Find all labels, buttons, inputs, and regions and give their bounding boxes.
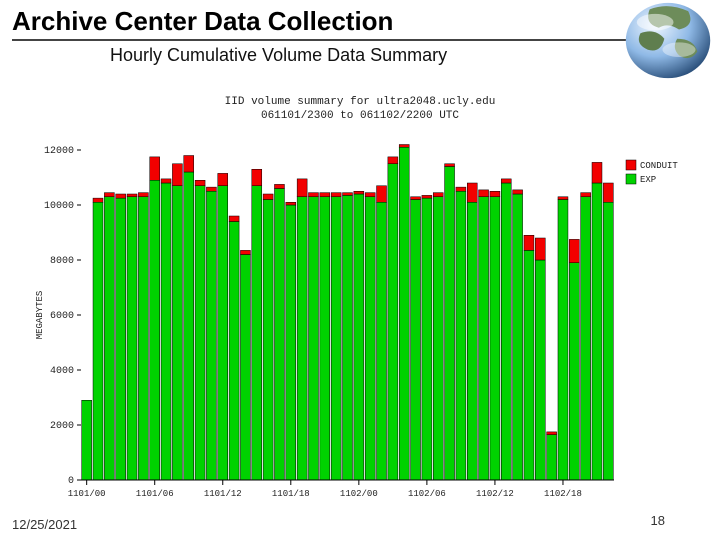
chart-title: IID volume summary for ultra2048.ucly.ed… <box>225 96 496 108</box>
footer-date: 12/25/2021 <box>12 517 77 532</box>
svg-text:2000: 2000 <box>50 421 74 432</box>
svg-text:1102/12: 1102/12 <box>476 489 514 499</box>
svg-text:EXP: EXP <box>640 175 656 185</box>
page-subtitle: Hourly Cumulative Volume Data Summary <box>0 41 720 66</box>
svg-text:1102/18: 1102/18 <box>544 489 582 499</box>
x-axis-ticks: 1101/00 1101/06 1101/12 1101/18 1102/00 1102/… <box>68 480 582 499</box>
footer-page: 18 <box>651 513 665 528</box>
chart-bars <box>82 145 614 481</box>
svg-text:1101/06: 1101/06 <box>136 489 174 499</box>
svg-text:1101/12: 1101/12 <box>204 489 242 499</box>
svg-text:1102/00: 1102/00 <box>340 489 378 499</box>
svg-text:4000: 4000 <box>50 366 74 377</box>
svg-text:1101/00: 1101/00 <box>68 489 106 499</box>
svg-text:0: 0 <box>68 476 74 487</box>
chart-subtitle: 061101/2300 to 061102/2200 UTC <box>261 110 459 122</box>
svg-text:10000: 10000 <box>44 201 74 212</box>
svg-text:1102/06: 1102/06 <box>408 489 446 499</box>
chart-legend: CONDUIT EXP <box>626 160 678 185</box>
svg-text:6000: 6000 <box>50 311 74 322</box>
page-title: Archive Center Data Collection <box>0 0 720 37</box>
chart-container: 0 2000 4000 6000 8000 10000 12000 MEGABYTES 11… <box>30 90 690 530</box>
y-axis-ticks: 0 2000 4000 6000 8000 10000 12000 <box>44 146 81 487</box>
y-axis-label: MEGABYTES <box>35 291 45 340</box>
svg-text:8000: 8000 <box>50 256 74 267</box>
volume-bar-chart: 0 2000 4000 6000 8000 10000 12000 MEGABYTES 11… <box>30 90 690 530</box>
svg-text:CONDUIT: CONDUIT <box>640 161 678 171</box>
globe-icon <box>622 2 714 80</box>
svg-text:12000: 12000 <box>44 146 74 157</box>
svg-text:1101/18: 1101/18 <box>272 489 310 499</box>
